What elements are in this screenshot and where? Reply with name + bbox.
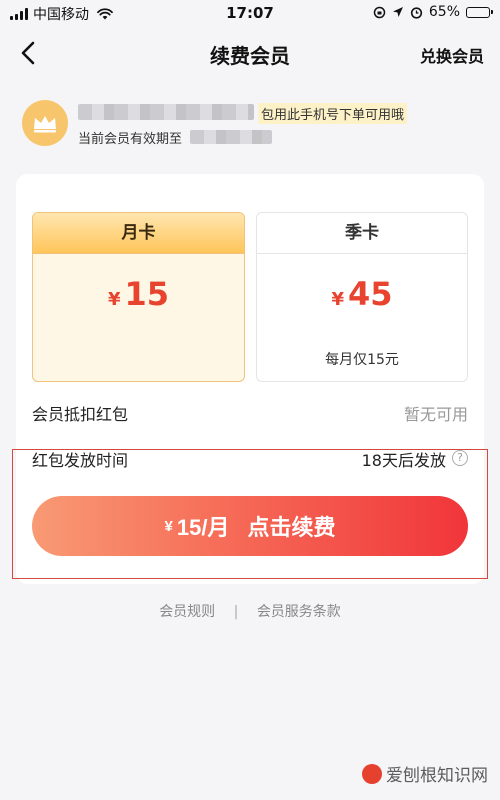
plan-quarterly-price: ¥45 xyxy=(257,275,467,313)
navigation-bar: 续费会员 兑换会员 xyxy=(0,30,500,76)
plan-quarterly-card[interactable]: 季卡 ¥45 每月仅15元 xyxy=(256,212,468,382)
battery-percent: 65% xyxy=(428,4,460,20)
footer-links: 会员规则 | 会员服务条款 xyxy=(0,601,500,621)
renew-price: 15/月 xyxy=(176,515,230,540)
red-packet-label: 会员抵扣红包 xyxy=(32,405,129,424)
plan-quarterly-title: 季卡 xyxy=(257,213,467,254)
release-time-label: 红包发放时间 xyxy=(32,451,129,470)
status-bar: 中国移动 17:07 65% xyxy=(0,0,500,26)
avatar xyxy=(22,100,68,146)
release-time-value: 18天后发放 xyxy=(361,451,446,470)
member-notice: 包用此手机号下单可用哦 xyxy=(258,103,408,124)
red-packet-release-row: 红包发放时间 18天后发放 ? xyxy=(32,447,468,471)
help-icon[interactable]: ? xyxy=(452,450,468,466)
price-amount: 45 xyxy=(348,275,393,313)
status-right: 65% xyxy=(373,4,493,20)
member-rules-link[interactable]: 会员规则 xyxy=(159,604,215,620)
back-arrow-icon[interactable] xyxy=(14,38,44,68)
watermark-text: 爱刨根知识网 xyxy=(386,766,488,786)
currency-symbol: ¥ xyxy=(164,517,173,535)
renewal-card: 月卡 ¥15 季卡 ¥45 每月仅15元 会员抵扣红包 暂无可用 红包发放时间 … xyxy=(16,174,484,584)
price-amount: 15 xyxy=(124,275,170,313)
red-packet-row[interactable]: 会员抵扣红包 暂无可用 xyxy=(32,401,468,425)
member-terms-link[interactable]: 会员服务条款 xyxy=(257,604,341,620)
alarm-icon xyxy=(410,6,422,19)
watermark: 爱刨根知识网 xyxy=(362,761,488,786)
renew-button[interactable]: ¥ 15/月 点击续费 xyxy=(32,496,468,556)
redeem-membership-button[interactable]: 兑换会员 xyxy=(420,43,484,67)
currency-symbol: ¥ xyxy=(331,289,344,310)
plan-monthly-title: 月卡 xyxy=(33,213,244,254)
currency-symbol: ¥ xyxy=(107,289,121,310)
renew-action-label: 点击续费 xyxy=(247,515,336,540)
membership-expiry-label: 当前会员有效期至 xyxy=(78,132,183,147)
watermark-logo-icon xyxy=(362,763,382,784)
battery-icon xyxy=(466,6,493,18)
redacted-phone-number xyxy=(78,104,254,120)
redacted-expiry-date xyxy=(190,130,272,144)
rotation-lock-icon xyxy=(373,6,386,18)
member-info: 包用此手机号下单可用哦 当前会员有效期至 xyxy=(0,92,500,152)
plan-monthly-price: ¥15 xyxy=(33,275,244,313)
plan-quarterly-monthly-price: 每月仅15元 xyxy=(325,352,399,368)
red-packet-value: 暂无可用 xyxy=(403,405,468,424)
location-icon xyxy=(392,7,403,17)
footer-separator: | xyxy=(233,604,239,620)
crown-icon xyxy=(34,116,56,133)
plan-monthly-card[interactable]: 月卡 ¥15 xyxy=(32,212,245,382)
